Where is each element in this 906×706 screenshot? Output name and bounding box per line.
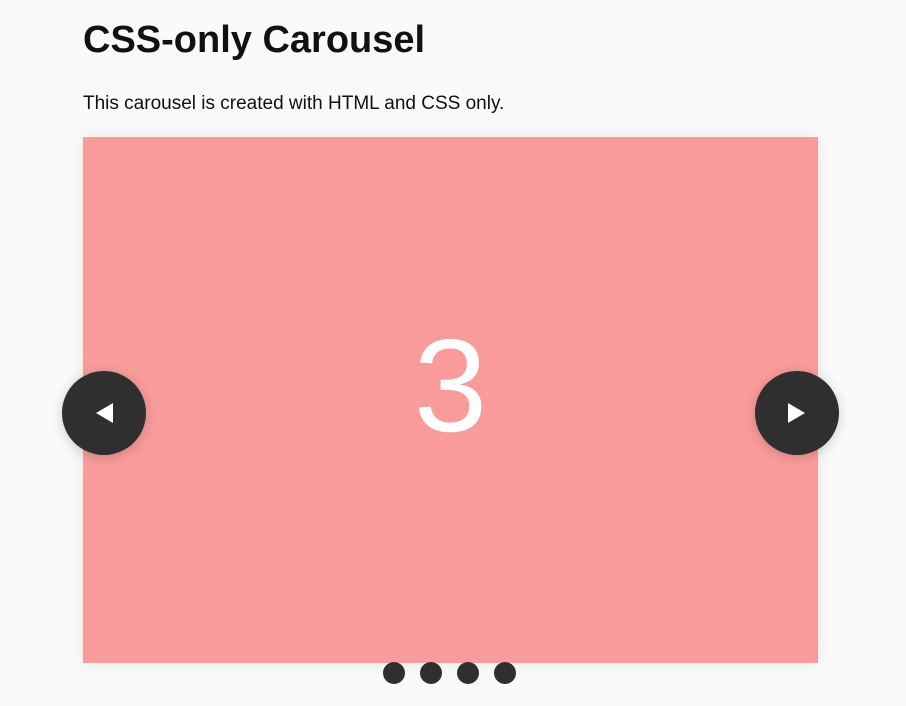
slide-number: 3 bbox=[413, 312, 488, 459]
next-slide-button[interactable] bbox=[755, 371, 839, 455]
page-title: CSS-only Carousel bbox=[83, 19, 426, 61]
indicator-dot-1[interactable] bbox=[383, 662, 405, 684]
previous-slide-button[interactable] bbox=[62, 371, 146, 455]
page-description: This carousel is created with HTML and C… bbox=[83, 93, 505, 114]
indicator-dot-4[interactable] bbox=[494, 662, 516, 684]
triangle-right-icon bbox=[788, 403, 805, 423]
carousel-slide-current: 3 bbox=[83, 137, 818, 663]
carousel: 3 bbox=[83, 137, 818, 663]
carousel-indicators bbox=[383, 662, 523, 684]
indicator-dot-2[interactable] bbox=[420, 662, 442, 684]
triangle-left-icon bbox=[96, 403, 113, 423]
indicator-dot-3[interactable] bbox=[457, 662, 479, 684]
